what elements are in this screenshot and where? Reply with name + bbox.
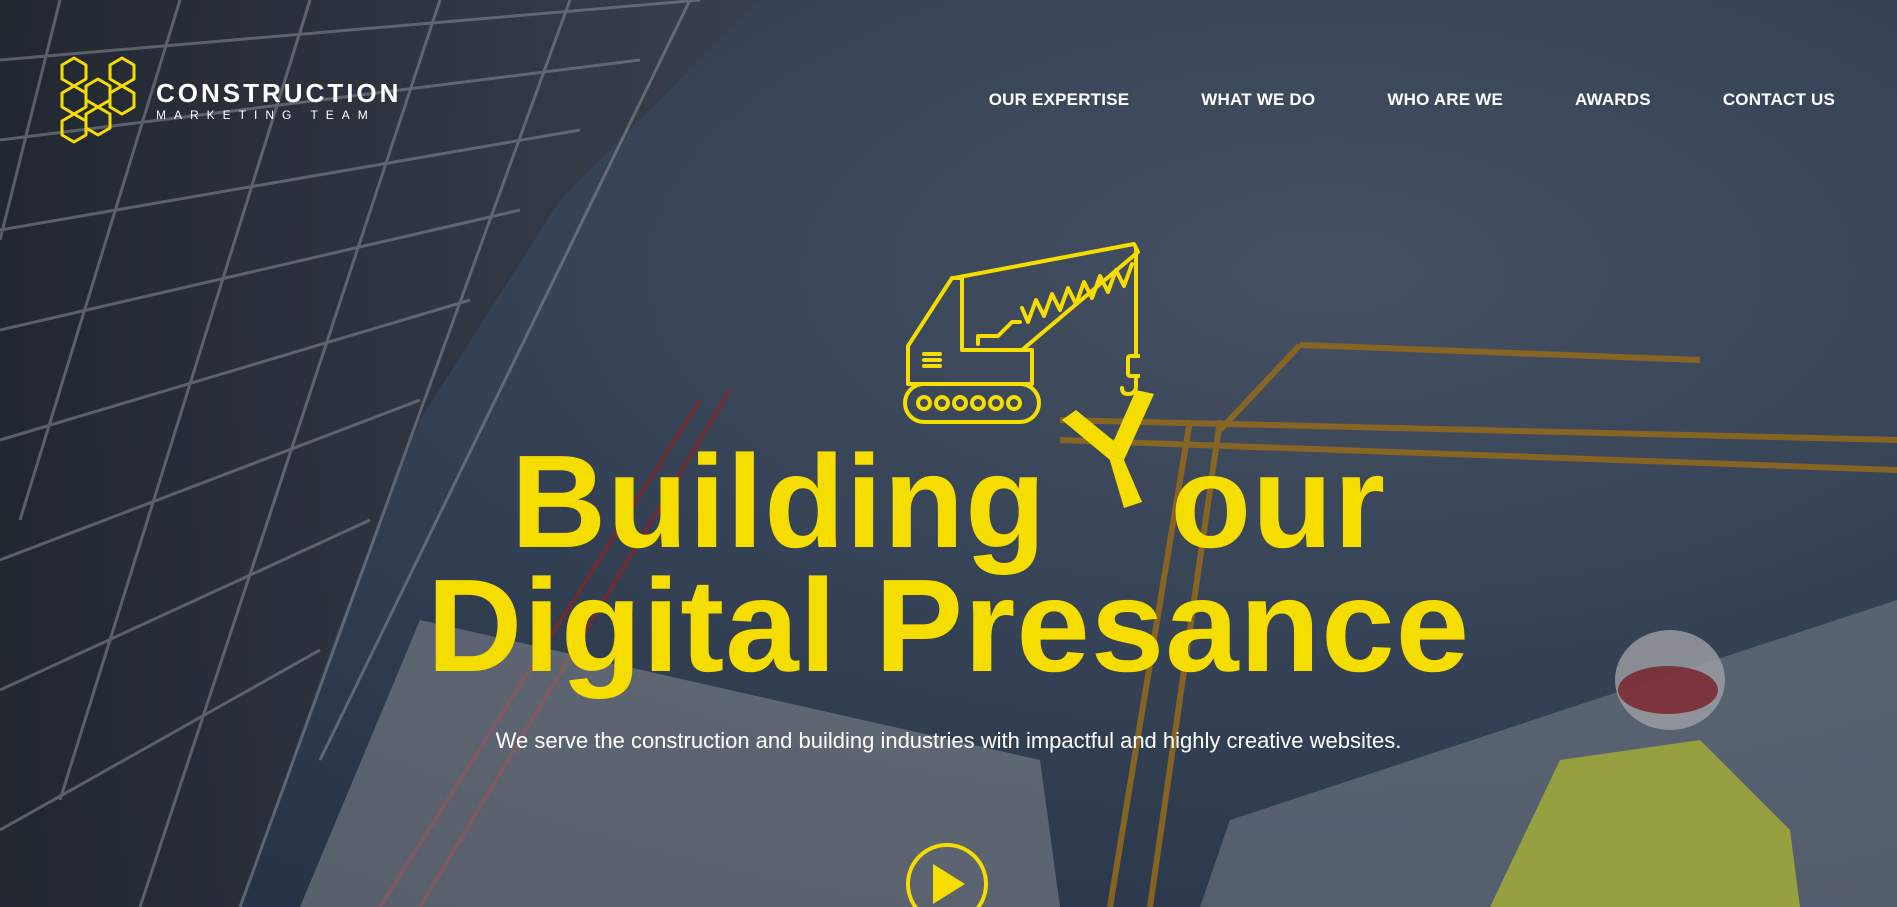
nav-who-are-we[interactable]: WHO ARE WE xyxy=(1387,90,1503,110)
brand-logo[interactable]: CONSTRUCTION MARKETING TEAM xyxy=(60,56,401,146)
cube-cluster-logo-icon xyxy=(60,56,136,144)
hero-section: CONSTRUCTION MARKETING TEAM OUR EXPERTIS… xyxy=(0,0,1897,907)
headline-line-2: Digital Presance xyxy=(426,552,1471,699)
main-nav: OUR EXPERTISE WHAT WE DO WHO ARE WE AWAR… xyxy=(989,90,1835,110)
hero-tagline: We serve the construction and building i… xyxy=(495,728,1402,753)
nav-contact-us[interactable]: CONTACT US xyxy=(1723,90,1835,110)
brand-title: CONSTRUCTION xyxy=(156,78,402,108)
nav-what-we-do[interactable]: WHAT WE DO xyxy=(1201,90,1315,110)
headline-letter-y: Y xyxy=(1084,440,1170,564)
brand-subtitle: MARKETING TEAM xyxy=(156,108,376,122)
nav-our-expertise[interactable]: OUR EXPERTISE xyxy=(989,90,1130,110)
hero-headline: Building Your Digital Presance xyxy=(0,436,1897,699)
play-icon xyxy=(933,864,965,904)
nav-awards[interactable]: AWARDS xyxy=(1575,90,1651,110)
headline-line-1: Building Your xyxy=(0,436,1897,568)
